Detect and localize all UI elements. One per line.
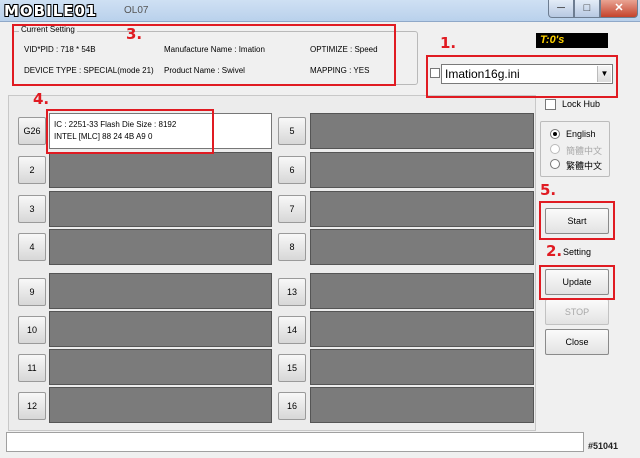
language-label-traditional-chinese: 繁體中文 <box>566 161 603 171</box>
port-button-g26[interactable]: G26 <box>18 117 46 145</box>
annotation-box-1 <box>426 55 618 98</box>
port-slot-2 <box>49 152 272 188</box>
maximize-button[interactable]: □ <box>574 0 600 18</box>
timer-display: T:0's <box>536 33 608 48</box>
minimize-button[interactable]: ─ <box>548 0 574 18</box>
status-bar <box>6 432 584 452</box>
radio-english[interactable] <box>550 129 560 139</box>
lock-hub-checkbox[interactable] <box>545 99 556 110</box>
port-slot-3 <box>49 191 272 227</box>
port-button-3[interactable]: 3 <box>18 195 46 223</box>
lock-hub-label: Lock Hub <box>562 99 601 109</box>
port-button-13[interactable]: 13 <box>278 278 306 306</box>
annotation-box-4 <box>46 109 214 154</box>
port-button-4[interactable]: 4 <box>18 233 46 261</box>
port-button-9[interactable]: 9 <box>18 278 46 306</box>
port-button-6[interactable]: 6 <box>278 156 306 184</box>
annotation-box-2 <box>539 265 615 300</box>
port-slot-9 <box>49 273 272 309</box>
port-slot-10 <box>49 311 272 347</box>
port-slot-7 <box>310 191 534 227</box>
port-slot-5 <box>310 113 534 149</box>
port-button-7[interactable]: 7 <box>278 195 306 223</box>
annotation-number-4: 4. <box>33 90 50 108</box>
close-window-button[interactable]: ✕ <box>600 0 638 18</box>
window-title: OL07 <box>124 5 149 16</box>
annotation-number-2: 2. <box>546 242 563 260</box>
port-button-8[interactable]: 8 <box>278 233 306 261</box>
port-slot-13 <box>310 273 534 309</box>
port-slot-11 <box>49 349 272 385</box>
mobile01-logo: MOBILE01 <box>4 2 98 20</box>
radio-traditional-chinese[interactable] <box>550 159 560 169</box>
port-button-16[interactable]: 16 <box>278 392 306 420</box>
port-slot-6 <box>310 152 534 188</box>
close-button[interactable]: Close <box>545 329 609 355</box>
language-label-simplified-chinese: 簡體中文 <box>566 146 603 156</box>
port-button-15[interactable]: 15 <box>278 354 306 382</box>
annotation-number-1: 1. <box>440 34 457 52</box>
port-slot-14 <box>310 311 534 347</box>
port-slot-16 <box>310 387 534 423</box>
port-button-14[interactable]: 14 <box>278 316 306 344</box>
annotation-box-3 <box>12 24 396 86</box>
port-slot-4 <box>49 229 272 265</box>
annotation-box-5 <box>539 201 615 240</box>
annotation-number-5: 5. <box>540 181 557 199</box>
port-slot-8 <box>310 229 534 265</box>
watermark: #51041 <box>588 441 619 451</box>
port-slot-15 <box>310 349 534 385</box>
annotation-number-3: 3. <box>126 25 143 43</box>
port-button-12[interactable]: 12 <box>18 392 46 420</box>
language-label-english: English <box>566 129 596 139</box>
stop-button: STOP <box>545 299 609 325</box>
radio-simplified-chinese <box>550 144 560 154</box>
port-button-11[interactable]: 11 <box>18 354 46 382</box>
port-button-10[interactable]: 10 <box>18 316 46 344</box>
port-button-2[interactable]: 2 <box>18 156 46 184</box>
port-button-5[interactable]: 5 <box>278 117 306 145</box>
port-slot-12 <box>49 387 272 423</box>
